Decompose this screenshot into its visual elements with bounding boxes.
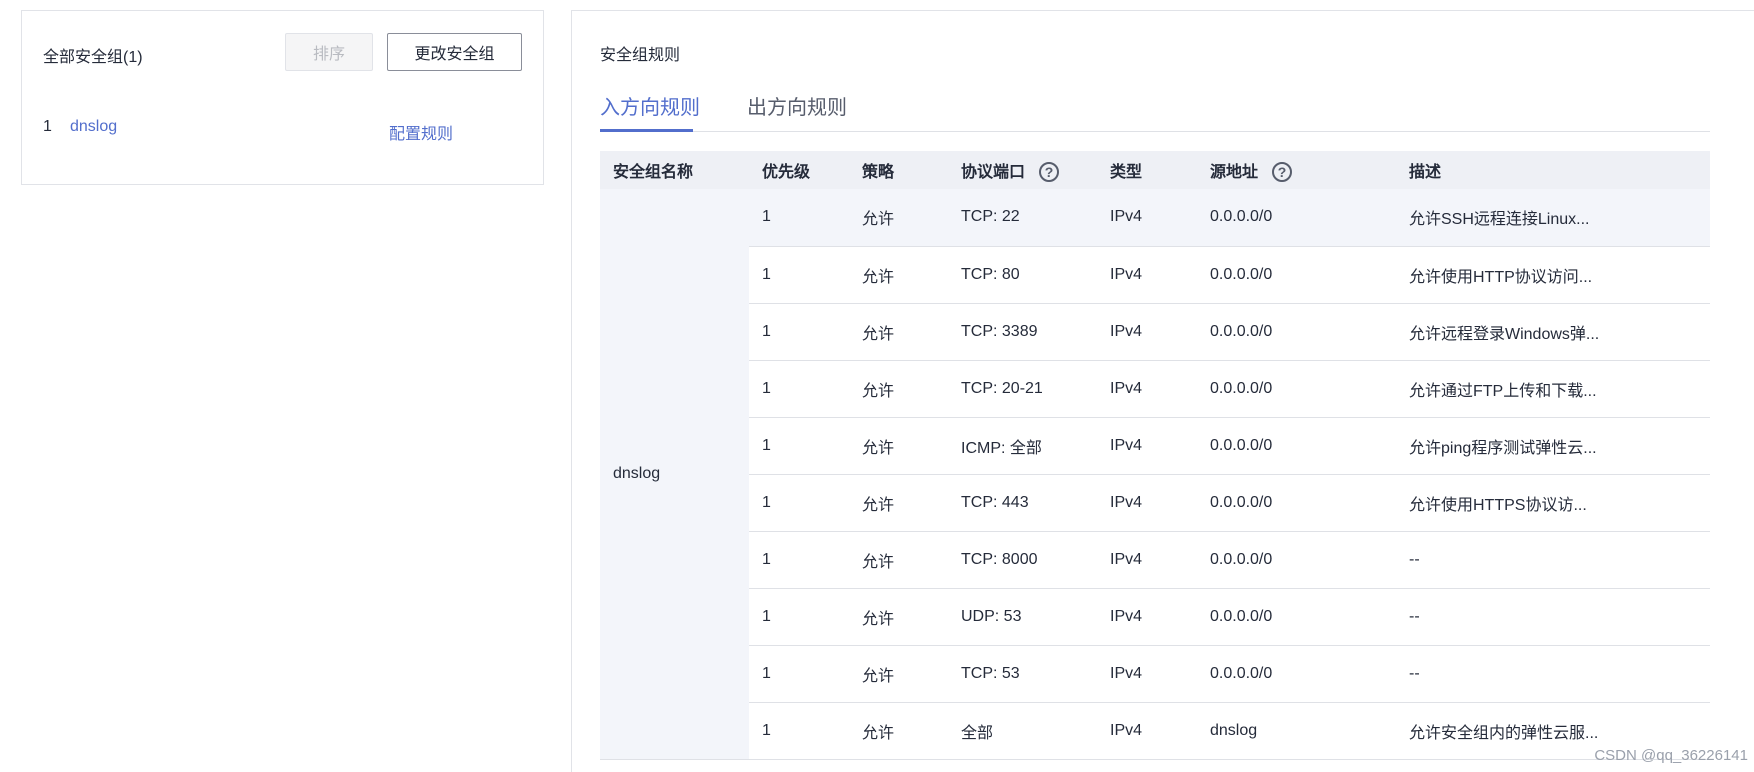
security-group-rules-panel: 安全组规则 入方向规则 出方向规则 安全组名称 优先级 策略 协议端口? 类型 …	[571, 10, 1754, 772]
table-row: 1 允许 ICMP: 全部 IPv4 0.0.0.0/0 允许ping程序测试弹性云...	[600, 417, 1710, 475]
cell-source: 0.0.0.0/0	[1197, 246, 1396, 304]
cell-priority: 1	[749, 360, 849, 418]
cell-source: 0.0.0.0/0	[1197, 531, 1396, 589]
header-description: 描述	[1396, 151, 1710, 189]
watermark: CSDN @qq_36226141	[1594, 747, 1748, 764]
cell-type: IPv4	[1097, 702, 1197, 760]
security-group-index: 1	[43, 118, 52, 135]
cell-protocol-port: TCP: 53	[948, 645, 1097, 703]
header-protocol-port-label: 协议端口	[961, 163, 1026, 181]
header-group-name: 安全组名称	[600, 151, 749, 189]
table-header-row: 安全组名称 优先级 策略 协议端口? 类型 源地址? 描述	[600, 151, 1710, 189]
cell-protocol-port: TCP: 3389	[948, 303, 1097, 361]
inbound-rules-table: 安全组名称 优先级 策略 协议端口? 类型 源地址? 描述 dnslog 1 允许 T…	[600, 151, 1710, 760]
cell-type: IPv4	[1097, 588, 1197, 646]
cell-type: IPv4	[1097, 417, 1197, 475]
cell-type: IPv4	[1097, 303, 1197, 361]
cell-type: IPv4	[1097, 531, 1197, 589]
cell-source: 0.0.0.0/0	[1197, 303, 1396, 361]
cell-policy: 允许	[849, 417, 948, 475]
table-row: 1 允许 TCP: 53 IPv4 0.0.0.0/0 --	[600, 645, 1710, 703]
cell-priority: 1	[749, 702, 849, 760]
table-row: 1 允许 TCP: 80 IPv4 0.0.0.0/0 允许使用HTTP协议访问...	[600, 246, 1710, 304]
cell-priority: 1	[749, 645, 849, 703]
cell-policy: 允许	[849, 360, 948, 418]
cell-protocol-port: ICMP: 全部	[948, 417, 1097, 475]
cell-type: IPv4	[1097, 246, 1197, 304]
cell-type: IPv4	[1097, 645, 1197, 703]
cell-source: dnslog	[1197, 702, 1396, 760]
cell-source: 0.0.0.0/0	[1197, 417, 1396, 475]
cell-description: 允许远程登录Windows弹...	[1396, 303, 1710, 361]
security-group-list-title: 全部安全组(1)	[43, 49, 143, 66]
cell-description: 允许使用HTTPS协议访...	[1396, 474, 1710, 532]
cell-description: 允许SSH远程连接Linux...	[1396, 189, 1710, 247]
table-row: 1 允许 TCP: 3389 IPv4 0.0.0.0/0 允许远程登录Windows弹.…	[600, 303, 1710, 361]
cell-source: 0.0.0.0/0	[1197, 474, 1396, 532]
cell-protocol-port: TCP: 20-21	[948, 360, 1097, 418]
cell-description: --	[1396, 531, 1710, 589]
tab-outbound-rules[interactable]: 出方向规则	[747, 91, 847, 120]
header-priority: 优先级	[749, 151, 849, 189]
rules-tabs: 入方向规则 出方向规则	[600, 79, 1710, 132]
rules-section-title: 安全组规则	[600, 47, 681, 64]
tab-inbound-rules[interactable]: 入方向规则	[600, 91, 700, 120]
header-source: 源地址?	[1197, 151, 1396, 189]
cell-source: 0.0.0.0/0	[1197, 588, 1396, 646]
cell-description: 允许使用HTTP协议访问...	[1396, 246, 1710, 304]
cell-priority: 1	[749, 588, 849, 646]
active-tab-indicator	[600, 129, 693, 132]
security-group-name-link[interactable]: dnslog	[70, 118, 117, 136]
cell-protocol-port: TCP: 80	[948, 246, 1097, 304]
cell-type: IPv4	[1097, 360, 1197, 418]
header-type: 类型	[1097, 151, 1197, 189]
cell-priority: 1	[749, 417, 849, 475]
change-security-group-button[interactable]: 更改安全组	[387, 33, 522, 71]
cell-protocol-port: TCP: 22	[948, 189, 1097, 247]
source-address-help-icon[interactable]: ?	[1272, 162, 1293, 183]
cell-description: 允许ping程序测试弹性云...	[1396, 417, 1710, 475]
sort-button[interactable]: 排序	[285, 33, 373, 71]
cell-priority: 1	[749, 303, 849, 361]
header-policy: 策略	[849, 151, 948, 189]
table-row: dnslog 1 允许 TCP: 22 IPv4 0.0.0.0/0 允许SSH远程连接Li…	[600, 189, 1710, 760]
cell-protocol-port: TCP: 443	[948, 474, 1097, 532]
table-row: 1 允许 TCP: 443 IPv4 0.0.0.0/0 允许使用HTTPS协议访...	[600, 474, 1710, 532]
cell-protocol-port: UDP: 53	[948, 588, 1097, 646]
table-row: 1 允许 TCP: 20-21 IPv4 0.0.0.0/0 允许通过FTP上传和下载..…	[600, 360, 1710, 418]
cell-source: 0.0.0.0/0	[1197, 360, 1396, 418]
cell-source: 0.0.0.0/0	[1197, 189, 1396, 247]
table-row: 1 允许 TCP: 8000 IPv4 0.0.0.0/0 --	[600, 531, 1710, 589]
cell-policy: 允许	[849, 189, 948, 247]
security-group-list-panel: 全部安全组(1) 排序 更改安全组 1 dnslog 配置规则	[21, 10, 544, 185]
cell-protocol-port: 全部	[948, 702, 1097, 760]
cell-description: --	[1396, 588, 1710, 646]
table-row: 1 允许 全部 IPv4 dnslog 允许安全组内的弹性云服...	[600, 702, 1710, 760]
cell-source: 0.0.0.0/0	[1197, 645, 1396, 703]
cell-priority: 1	[749, 531, 849, 589]
cell-priority: 1	[749, 474, 849, 532]
cell-protocol-port: TCP: 8000	[948, 531, 1097, 589]
configure-rules-link[interactable]: 配置规则	[389, 120, 453, 144]
cell-policy: 允许	[849, 246, 948, 304]
cell-description: 允许通过FTP上传和下载...	[1396, 360, 1710, 418]
cell-policy: 允许	[849, 303, 948, 361]
cell-policy: 允许	[849, 474, 948, 532]
cell-group-name: dnslog	[600, 189, 749, 760]
cell-type: IPv4	[1097, 189, 1197, 247]
header-protocol-port: 协议端口?	[948, 151, 1097, 189]
table-row: 1 允许 UDP: 53 IPv4 0.0.0.0/0 --	[600, 588, 1710, 646]
cell-priority: 1	[749, 246, 849, 304]
cell-policy: 允许	[849, 645, 948, 703]
cell-policy: 允许	[849, 531, 948, 589]
header-source-label: 源地址	[1210, 163, 1259, 181]
cell-description: --	[1396, 645, 1710, 703]
cell-type: IPv4	[1097, 474, 1197, 532]
cell-policy: 允许	[849, 588, 948, 646]
cell-policy: 允许	[849, 702, 948, 760]
protocol-port-help-icon[interactable]: ?	[1039, 162, 1060, 183]
cell-priority: 1	[749, 189, 849, 247]
